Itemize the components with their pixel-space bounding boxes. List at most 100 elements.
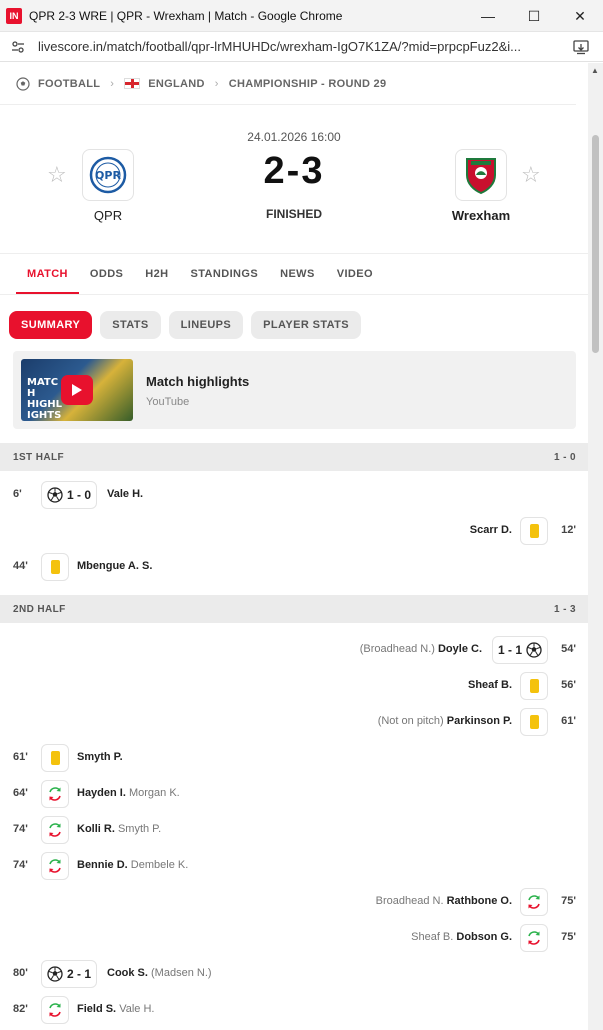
event-minute: 64' bbox=[13, 787, 28, 799]
event-minute: 75' bbox=[561, 931, 576, 943]
player-out-name[interactable]: Vale H. bbox=[119, 1003, 154, 1015]
address-bar[interactable]: livescore.in/match/football/qpr-lrMHUHDc… bbox=[0, 32, 603, 62]
substitution-badge[interactable] bbox=[520, 924, 548, 952]
yellow-card-badge[interactable] bbox=[520, 517, 548, 545]
goal-badge[interactable]: 1 - 0 bbox=[41, 481, 98, 509]
breadcrumb-sport[interactable]: FOOTBALL bbox=[38, 78, 100, 90]
video-source: YouTube bbox=[146, 396, 190, 408]
match-datetime: 24.01.2026 16:00 bbox=[247, 130, 341, 144]
minimize-button[interactable]: — bbox=[465, 0, 511, 32]
player-out-name[interactable]: Dembele K. bbox=[131, 859, 188, 871]
thumbnail-caption: MATCH HIGHLIGHTS bbox=[27, 377, 63, 421]
breadcrumb: FOOTBALL › ENGLAND › CHAMPIONSHIP - ROUN… bbox=[0, 63, 576, 105]
player-out-name[interactable]: Broadhead N. bbox=[376, 895, 444, 907]
site-settings-icon[interactable] bbox=[10, 39, 26, 55]
event-minute: 80' bbox=[13, 967, 28, 979]
event-minute: 44' bbox=[13, 560, 28, 572]
subtab-stats[interactable]: STATS bbox=[100, 311, 161, 339]
match-timeline: 1ST HALF 1 - 0 6' 1 - 0 Vale H. 12' Scarr D. 44… bbox=[0, 443, 588, 1028]
goal-badge[interactable]: 2 - 1 bbox=[41, 960, 98, 988]
player-name[interactable]: Field S. bbox=[77, 1003, 116, 1015]
scroll-up-icon[interactable]: ▲ bbox=[591, 66, 599, 75]
player-name[interactable]: Dobson G. bbox=[456, 931, 512, 943]
yellow-card-icon bbox=[529, 679, 539, 693]
substitution-badge[interactable] bbox=[41, 816, 69, 844]
breadcrumb-league[interactable]: CHAMPIONSHIP - ROUND 29 bbox=[229, 78, 387, 90]
england-flag-icon bbox=[124, 78, 141, 89]
breadcrumb-country[interactable]: ENGLAND bbox=[148, 78, 205, 90]
player-out-name[interactable]: Sheaf B. bbox=[411, 931, 453, 943]
event-minute: 6' bbox=[13, 488, 22, 500]
player-out-name[interactable]: Smyth P. bbox=[118, 823, 161, 835]
player-name[interactable]: Bennie D. bbox=[77, 859, 128, 871]
tab-match[interactable]: MATCH bbox=[16, 268, 79, 294]
yellow-card-icon bbox=[529, 715, 539, 729]
scrollbar-thumb[interactable] bbox=[592, 135, 599, 353]
event-text: Broadhead N. Rathbone O. bbox=[376, 895, 512, 907]
install-app-icon[interactable] bbox=[573, 39, 589, 60]
substitution-badge[interactable] bbox=[520, 888, 548, 916]
tab-standings[interactable]: STANDINGS bbox=[180, 268, 270, 294]
player-name[interactable]: Hayden I. bbox=[77, 787, 126, 799]
player-name[interactable]: Scarr D. bbox=[470, 524, 512, 536]
match-header: ☆ QPR QPR 24.01.2026 16:00 2-3 FINISHED … bbox=[0, 105, 588, 253]
player-name[interactable]: Mbengue A. S. bbox=[77, 560, 152, 572]
highlights-card[interactable]: MATCH HIGHLIGHTS Match highlights YouTub… bbox=[13, 351, 576, 429]
football-icon bbox=[16, 76, 30, 91]
tab-odds[interactable]: ODDS bbox=[79, 268, 134, 294]
yellow-card-badge[interactable] bbox=[41, 553, 69, 581]
player-name[interactable]: Doyle C. bbox=[438, 643, 482, 655]
window-titlebar: IN QPR 2-3 WRE | QPR - Wrexham | Match -… bbox=[0, 0, 603, 32]
yellow-card-badge[interactable] bbox=[520, 708, 548, 736]
video-thumbnail[interactable]: MATCH HIGHLIGHTS bbox=[21, 359, 133, 421]
yellow-card-badge[interactable] bbox=[520, 672, 548, 700]
event-row: 12' Scarr D. bbox=[0, 513, 588, 549]
subtab-summary[interactable]: SUMMARY bbox=[9, 311, 93, 339]
player-name[interactable]: Sheaf B. bbox=[468, 679, 512, 691]
tab-news[interactable]: NEWS bbox=[269, 268, 326, 294]
substitution-badge[interactable] bbox=[41, 996, 69, 1024]
away-team-crest[interactable] bbox=[455, 149, 507, 201]
player-name[interactable]: Smyth P. bbox=[77, 751, 123, 763]
summary-subtabs: SUMMARY STATS LINEUPS PLAYER STATS bbox=[0, 295, 588, 339]
player-name[interactable]: Kolli R. bbox=[77, 823, 115, 835]
event-row: 61' (Not on pitch) Parkinson P. bbox=[0, 704, 588, 740]
favorite-away-star-icon[interactable]: ☆ bbox=[521, 162, 541, 188]
match-tabs: MATCH ODDS H2H STANDINGS NEWS VIDEO bbox=[0, 253, 588, 295]
event-row: 54' 1 - 1 (Broadhead N.) Doyle C. bbox=[0, 632, 588, 668]
player-name[interactable]: Parkinson P. bbox=[447, 715, 512, 727]
event-minute: 61' bbox=[13, 751, 28, 763]
substitution-badge[interactable] bbox=[41, 780, 69, 808]
goal-score: 2 - 1 bbox=[67, 967, 92, 981]
url-text[interactable]: livescore.in/match/football/qpr-lrMHUHDc… bbox=[38, 39, 558, 54]
player-name[interactable]: Vale H. bbox=[107, 488, 143, 500]
event-text: (Broadhead N.) Doyle C. bbox=[360, 643, 482, 655]
away-team-name[interactable]: Wrexham bbox=[421, 208, 541, 223]
event-text: (Not on pitch) Parkinson P. bbox=[378, 715, 512, 727]
event-text: Hayden I. Morgan K. bbox=[77, 787, 180, 799]
video-title[interactable]: Match highlights bbox=[146, 374, 249, 389]
tab-video[interactable]: VIDEO bbox=[326, 268, 384, 294]
yellow-card-badge[interactable] bbox=[41, 744, 69, 772]
chevron-right-icon: › bbox=[214, 77, 219, 90]
event-minute: 75' bbox=[561, 895, 576, 907]
player-name[interactable]: Cook S. bbox=[107, 967, 148, 979]
tab-h2h[interactable]: H2H bbox=[134, 268, 179, 294]
goal-badge[interactable]: 1 - 1 bbox=[491, 636, 548, 664]
substitution-icon bbox=[47, 858, 63, 874]
close-button[interactable]: ✕ bbox=[557, 0, 603, 32]
subtab-player-stats[interactable]: PLAYER STATS bbox=[251, 311, 362, 339]
event-row: 80' 2 - 1 Cook S. (Madsen N.) bbox=[0, 956, 588, 992]
subtab-lineups[interactable]: LINEUPS bbox=[168, 311, 244, 339]
goal-score: 1 - 0 bbox=[67, 488, 92, 502]
player-out-name[interactable]: Morgan K. bbox=[129, 787, 180, 799]
vertical-scrollbar[interactable]: ▲ bbox=[588, 63, 603, 1030]
event-row: 6' 1 - 0 Vale H. bbox=[0, 477, 588, 513]
play-icon[interactable] bbox=[61, 375, 93, 405]
substitution-badge[interactable] bbox=[41, 852, 69, 880]
event-minute: 12' bbox=[561, 524, 576, 536]
player-name[interactable]: Rathbone O. bbox=[447, 895, 512, 907]
substitution-icon bbox=[526, 930, 542, 946]
event-text: Kolli R. Smyth P. bbox=[77, 823, 161, 835]
maximize-button[interactable]: ☐ bbox=[511, 0, 557, 32]
